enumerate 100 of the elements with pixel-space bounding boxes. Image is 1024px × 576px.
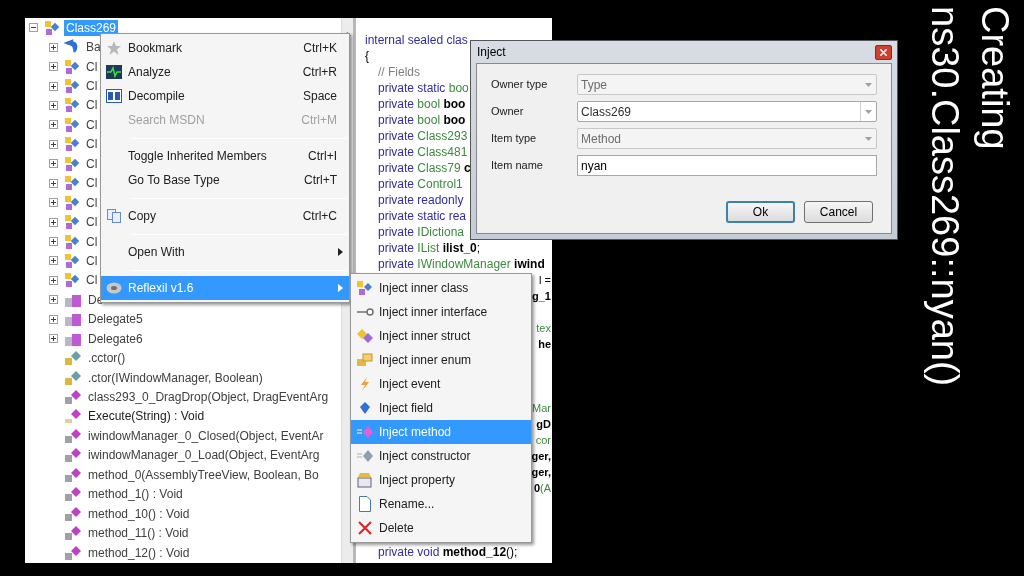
menu-item[interactable]: Inject inner enum xyxy=(351,348,531,372)
input-field[interactable]: nyan xyxy=(576,155,877,176)
code-line: private static boo xyxy=(378,80,469,97)
tree-item[interactable]: iwindowManager_0_Load(Object, EventArg xyxy=(86,447,322,464)
class-icon xyxy=(64,136,80,153)
tree-item[interactable]: Cl xyxy=(84,252,100,269)
code-line: ger, xyxy=(531,448,551,464)
expand-icon[interactable] xyxy=(49,139,58,149)
code-line: private Control1 xyxy=(378,176,463,193)
tree-item[interactable]: class293_0_DragDrop(Object, DragEventArg xyxy=(86,389,331,406)
method-icon xyxy=(64,389,82,406)
dialog-title: Inject xyxy=(476,44,506,61)
tree-item[interactable]: Cl xyxy=(84,175,100,192)
menu-item[interactable]: Inject constructor xyxy=(351,444,531,468)
menu-item[interactable]: Inject property xyxy=(351,468,531,492)
tree-item[interactable]: method_10() : Void xyxy=(86,505,192,522)
method-icon xyxy=(64,466,82,483)
expand-icon[interactable] xyxy=(49,256,58,266)
expand-icon[interactable] xyxy=(49,62,58,72)
code-line: private bool boo xyxy=(378,112,466,129)
field-label: Owner xyxy=(491,104,525,120)
expand-icon[interactable] xyxy=(49,159,58,169)
field-label: Item type xyxy=(491,131,538,147)
dropdown[interactable]: Class269 xyxy=(577,101,877,122)
collapse-icon[interactable] xyxy=(29,23,38,33)
tree-item[interactable]: Ba xyxy=(84,39,103,56)
tree-item[interactable]: Execute(String) : Void xyxy=(86,408,207,425)
tree-item[interactable]: Cl xyxy=(84,194,100,211)
constructor-icon xyxy=(64,369,82,386)
menu-item[interactable]: Rename... xyxy=(351,492,531,516)
class-icon xyxy=(64,116,80,133)
tree-item[interactable]: Cl xyxy=(84,58,100,75)
menu-item[interactable]: Bookmark Ctrl+K xyxy=(101,36,349,60)
tree-item[interactable]: .cctor() xyxy=(86,350,128,367)
menu-item[interactable]: Toggle Inherited Members Ctrl+I xyxy=(101,144,349,168)
caret-icon xyxy=(865,109,872,114)
class-icon xyxy=(64,194,80,211)
tree-item[interactable]: Cl xyxy=(84,155,100,172)
enum-icon xyxy=(356,352,374,368)
expand-icon[interactable] xyxy=(49,120,58,130)
expand-icon[interactable] xyxy=(49,295,58,305)
dialog-button[interactable]: Cancel xyxy=(804,201,873,223)
constructor-icon xyxy=(356,448,374,464)
method-icon xyxy=(64,447,82,464)
expand-icon[interactable] xyxy=(49,100,58,110)
close-button[interactable] xyxy=(875,44,892,60)
menu-item[interactable]: Delete xyxy=(351,516,531,540)
menu-item[interactable]: Copy Ctrl+C xyxy=(101,204,349,228)
tree-item[interactable]: Delegate5 xyxy=(86,311,145,328)
tree-item[interactable]: .ctor(IWindowManager, Boolean) xyxy=(86,369,265,386)
tree-item[interactable]: Cl xyxy=(84,78,100,95)
dialog-button[interactable]: Ok xyxy=(726,201,795,223)
expand-icon[interactable] xyxy=(49,314,58,324)
menu-item[interactable]: Inject field xyxy=(351,396,531,420)
expand-icon[interactable] xyxy=(49,178,58,188)
tree-item[interactable]: Cl xyxy=(84,97,100,114)
tree-item[interactable]: method_1() : Void xyxy=(86,486,185,503)
code-line: private IWindowManager iwind xyxy=(378,256,545,273)
tree-item[interactable]: Cl xyxy=(84,233,100,250)
method-icon xyxy=(64,427,82,444)
menu-item[interactable]: Inject inner struct xyxy=(351,324,531,348)
tree-item[interactable]: Cl xyxy=(84,136,100,153)
menu-item[interactable]: Go To Base Type Ctrl+T xyxy=(101,168,349,192)
code-line: private Class293 xyxy=(378,128,468,145)
tree-item[interactable]: method_11() : Void xyxy=(86,525,191,542)
expand-icon[interactable] xyxy=(49,217,58,227)
field-label: Owner type xyxy=(491,77,549,93)
menu-item[interactable]: Decompile Space xyxy=(101,84,349,108)
menu-item[interactable]: Inject event xyxy=(351,372,531,396)
tree-item[interactable]: Cl xyxy=(84,214,100,231)
menu-item[interactable]: Open With xyxy=(101,240,349,264)
tree-item[interactable]: method_12() : Void xyxy=(86,544,192,561)
copy-icon xyxy=(106,208,122,224)
code-line: private Class481 xyxy=(378,144,468,161)
expand-icon[interactable] xyxy=(49,42,58,52)
menu-item[interactable]: Analyze Ctrl+R xyxy=(101,60,349,84)
code-line: private static rea xyxy=(378,208,467,225)
menu-item[interactable]: Inject inner interface xyxy=(351,300,531,324)
method-icon xyxy=(64,505,82,522)
tree-item[interactable]: Delegate6 xyxy=(86,330,145,347)
expand-icon[interactable] xyxy=(49,275,58,285)
tree-item[interactable]: Cl xyxy=(84,272,100,289)
document-icon xyxy=(356,496,374,512)
menu-item[interactable]: Inject inner class xyxy=(351,276,531,300)
method-icon xyxy=(64,408,82,425)
code-line: // Fields xyxy=(378,64,420,81)
expand-icon[interactable] xyxy=(49,237,58,247)
class-icon xyxy=(64,78,80,95)
tree-item[interactable]: iwindowManager_0_Closed(Object, EventAr xyxy=(86,427,326,444)
class-icon xyxy=(64,214,80,231)
caption-text: ns30.Class269::nyan() xyxy=(923,6,967,389)
expand-icon[interactable] xyxy=(49,81,58,91)
method-icon xyxy=(64,544,82,561)
code-line: private void method_12(); xyxy=(378,544,518,561)
method-icon xyxy=(64,486,82,503)
tree-item[interactable]: method_0(AssemblyTreeView, Boolean, Bo xyxy=(86,466,321,483)
expand-icon[interactable] xyxy=(49,198,58,208)
expand-icon[interactable] xyxy=(49,334,58,344)
code-line: private bool boo xyxy=(378,96,466,113)
tree-item[interactable]: Cl xyxy=(84,116,100,133)
